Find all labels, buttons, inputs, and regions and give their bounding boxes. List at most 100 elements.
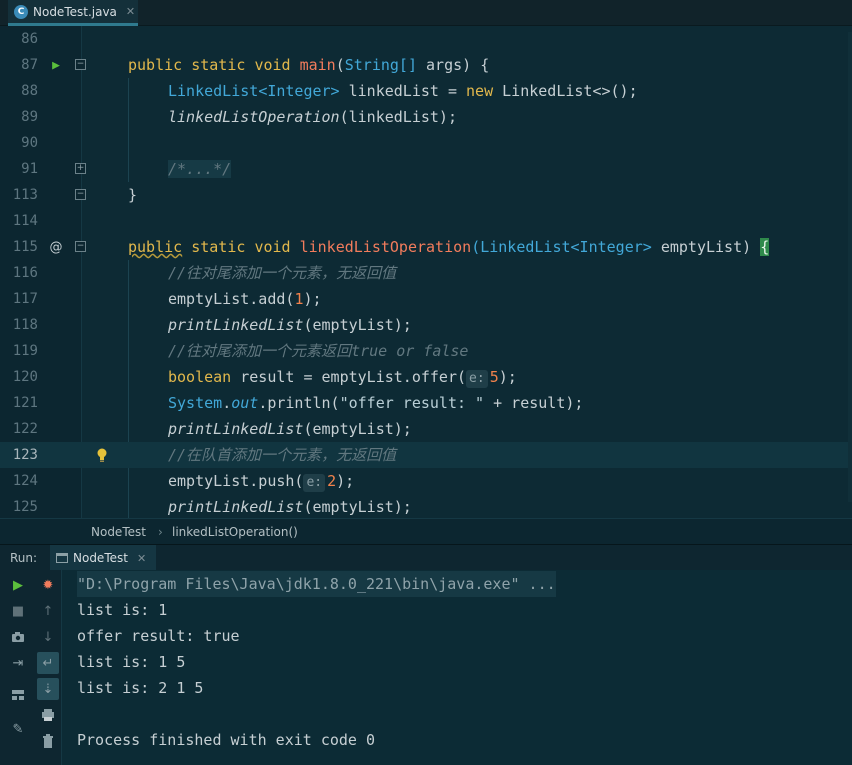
line-number: 125 bbox=[12, 499, 38, 515]
editor-tab-bar: C NodeTest.java ✕ bbox=[0, 0, 852, 26]
console-line: list is: 2 1 5 bbox=[77, 679, 204, 697]
parameter-hint: e: bbox=[303, 474, 326, 492]
camera-icon[interactable] bbox=[7, 626, 29, 648]
code-line: 119 //往对尾添加一个元素返回true or false bbox=[0, 338, 852, 364]
file-tab-label: NodeTest.java bbox=[33, 4, 117, 19]
code-text: public static void main(String[] args) { bbox=[128, 56, 490, 74]
code-line: 120 boolean result = emptyList.offer(e: 5… bbox=[0, 364, 852, 390]
code-line: 122 printLinkedList(emptyList); bbox=[0, 416, 852, 442]
close-icon[interactable]: ✕ bbox=[126, 5, 135, 18]
line-number: 121 bbox=[12, 395, 38, 411]
code-line: 89 linkedListOperation(linkedList); bbox=[0, 104, 852, 130]
run-panel-header: Run: NodeTest ✕ bbox=[0, 544, 852, 571]
pin-icon[interactable]: ✎ bbox=[7, 718, 29, 740]
console-line: list is: 1 bbox=[77, 601, 168, 619]
line-number: 89 bbox=[21, 109, 38, 125]
line-number: 88 bbox=[21, 83, 38, 99]
code-editor[interactable]: 86 87 ▶ − public static void main(String… bbox=[0, 26, 852, 518]
code-text: /*...*/ bbox=[168, 156, 232, 182]
code-line: 88 LinkedList<Integer> linkedList = new … bbox=[0, 78, 852, 104]
code-line: 113 − } bbox=[0, 182, 852, 208]
breadcrumb-separator: › bbox=[158, 525, 163, 539]
line-number: 123 bbox=[12, 447, 38, 463]
code-text: public static void linkedListOperation(L… bbox=[128, 238, 770, 256]
code-text: printLinkedList(emptyList); bbox=[168, 316, 412, 334]
scroll-to-end-icon[interactable]: ⇣ bbox=[37, 678, 59, 700]
line-number: 90 bbox=[21, 135, 38, 151]
line-number: 116 bbox=[12, 265, 38, 281]
sign-in-icon[interactable]: ⇥ bbox=[7, 652, 29, 674]
run-label: Run: bbox=[10, 551, 38, 565]
at-annotation-icon[interactable]: @ bbox=[48, 234, 64, 260]
soft-wrap-icon[interactable]: ↵ bbox=[37, 652, 59, 674]
code-line: 121 System.out.println("offer result: " … bbox=[0, 390, 852, 416]
stop-icon[interactable]: ■ bbox=[7, 600, 29, 622]
code-line: 115 @ − public static void linkedListOpe… bbox=[0, 234, 852, 260]
line-number: 115 bbox=[12, 239, 38, 255]
code-text: printLinkedList(emptyList); bbox=[168, 420, 412, 438]
arrow-down-icon[interactable]: ↓ bbox=[37, 626, 59, 648]
code-line: 114 bbox=[0, 208, 852, 234]
code-text: //往对尾添加一个元素返回true or false bbox=[168, 342, 469, 360]
line-number: 119 bbox=[12, 343, 38, 359]
code-text: emptyList.push(e: 2); bbox=[168, 472, 355, 492]
lightbulb-icon[interactable] bbox=[94, 442, 110, 468]
fold-end-icon[interactable]: − bbox=[75, 189, 86, 200]
layout-icon[interactable] bbox=[7, 684, 29, 706]
file-tab-nodetest[interactable]: C NodeTest.java ✕ bbox=[8, 0, 138, 26]
line-number: 117 bbox=[12, 291, 38, 307]
run-gutter-icon[interactable]: ▶ bbox=[48, 52, 64, 78]
parameter-hint: e: bbox=[466, 370, 488, 388]
run-tab-nodetest[interactable]: NodeTest ✕ bbox=[50, 545, 156, 571]
line-number: 114 bbox=[12, 213, 38, 229]
code-text: System.out.println("offer result: " + re… bbox=[168, 394, 584, 412]
fold-expand-icon[interactable]: + bbox=[75, 163, 86, 174]
print-icon[interactable] bbox=[37, 704, 59, 726]
trash-icon[interactable] bbox=[37, 730, 59, 752]
debug-icon[interactable]: ✹ bbox=[37, 574, 59, 596]
current-code-line: 123 //在队首添加一个元素，无返回值 bbox=[0, 442, 852, 468]
code-line: 117 emptyList.add(1); bbox=[0, 286, 852, 312]
code-text: emptyList.add(1); bbox=[168, 290, 322, 308]
code-text: //在队首添加一个元素，无返回值 bbox=[168, 446, 397, 464]
line-number: 91 bbox=[21, 161, 38, 177]
code-line: 118 printLinkedList(emptyList); bbox=[0, 312, 852, 338]
close-icon[interactable]: ✕ bbox=[137, 552, 146, 565]
line-number: 118 bbox=[12, 317, 38, 333]
breadcrumb-item-method[interactable]: linkedListOperation() bbox=[172, 525, 298, 539]
line-number: 124 bbox=[12, 473, 38, 489]
console-line: offer result: true bbox=[77, 627, 240, 645]
run-tab-label: NodeTest bbox=[73, 551, 128, 565]
code-line: 116 //往对尾添加一个元素，无返回值 bbox=[0, 260, 852, 286]
code-text: boolean result = emptyList.offer(e: 5); bbox=[168, 368, 517, 388]
code-line: 87 ▶ − public static void main(String[] … bbox=[0, 52, 852, 78]
fold-collapse-icon[interactable]: − bbox=[75, 241, 86, 252]
line-number: 113 bbox=[12, 187, 38, 203]
code-text: //往对尾添加一个元素，无返回值 bbox=[168, 264, 397, 282]
code-line: 125 printLinkedList(emptyList); bbox=[0, 494, 852, 518]
line-number: 122 bbox=[12, 421, 38, 437]
code-text: LinkedList<Integer> linkedList = new Lin… bbox=[168, 82, 638, 100]
console-line: list is: 1 5 bbox=[77, 653, 186, 671]
editor-scrollbar[interactable] bbox=[848, 32, 852, 502]
code-text: linkedListOperation(linkedList); bbox=[168, 108, 457, 126]
code-text: } bbox=[128, 186, 138, 204]
arrow-up-icon[interactable]: ↑ bbox=[37, 600, 59, 622]
console-icon bbox=[56, 553, 68, 563]
line-number: 87 bbox=[21, 57, 38, 73]
fold-collapse-icon[interactable]: − bbox=[75, 59, 86, 70]
console-command-line: "D:\Program Files\Java\jdk1.8.0_221\bin\… bbox=[77, 571, 556, 597]
breadcrumb-item-class[interactable]: NodeTest bbox=[91, 525, 146, 539]
breadcrumb: NodeTest › linkedListOperation() bbox=[0, 518, 852, 544]
run-toolbar: ▶ ■ ⇥ ✎ ✹ ↑ ↓ ↵ ⇣ bbox=[0, 570, 62, 765]
folded-comment[interactable]: /*...*/ bbox=[168, 160, 232, 178]
code-line: 91 + /*...*/ bbox=[0, 156, 852, 182]
console-output[interactable]: "D:\Program Files\Java\jdk1.8.0_221\bin\… bbox=[62, 570, 852, 765]
code-text: printLinkedList(emptyList); bbox=[168, 498, 412, 516]
line-number: 120 bbox=[12, 369, 38, 385]
code-line: 86 bbox=[0, 26, 852, 52]
java-class-icon: C bbox=[14, 4, 28, 19]
line-number: 86 bbox=[21, 31, 38, 47]
code-line: 124 emptyList.push(e: 2); bbox=[0, 468, 852, 494]
rerun-icon[interactable]: ▶ bbox=[7, 574, 29, 596]
